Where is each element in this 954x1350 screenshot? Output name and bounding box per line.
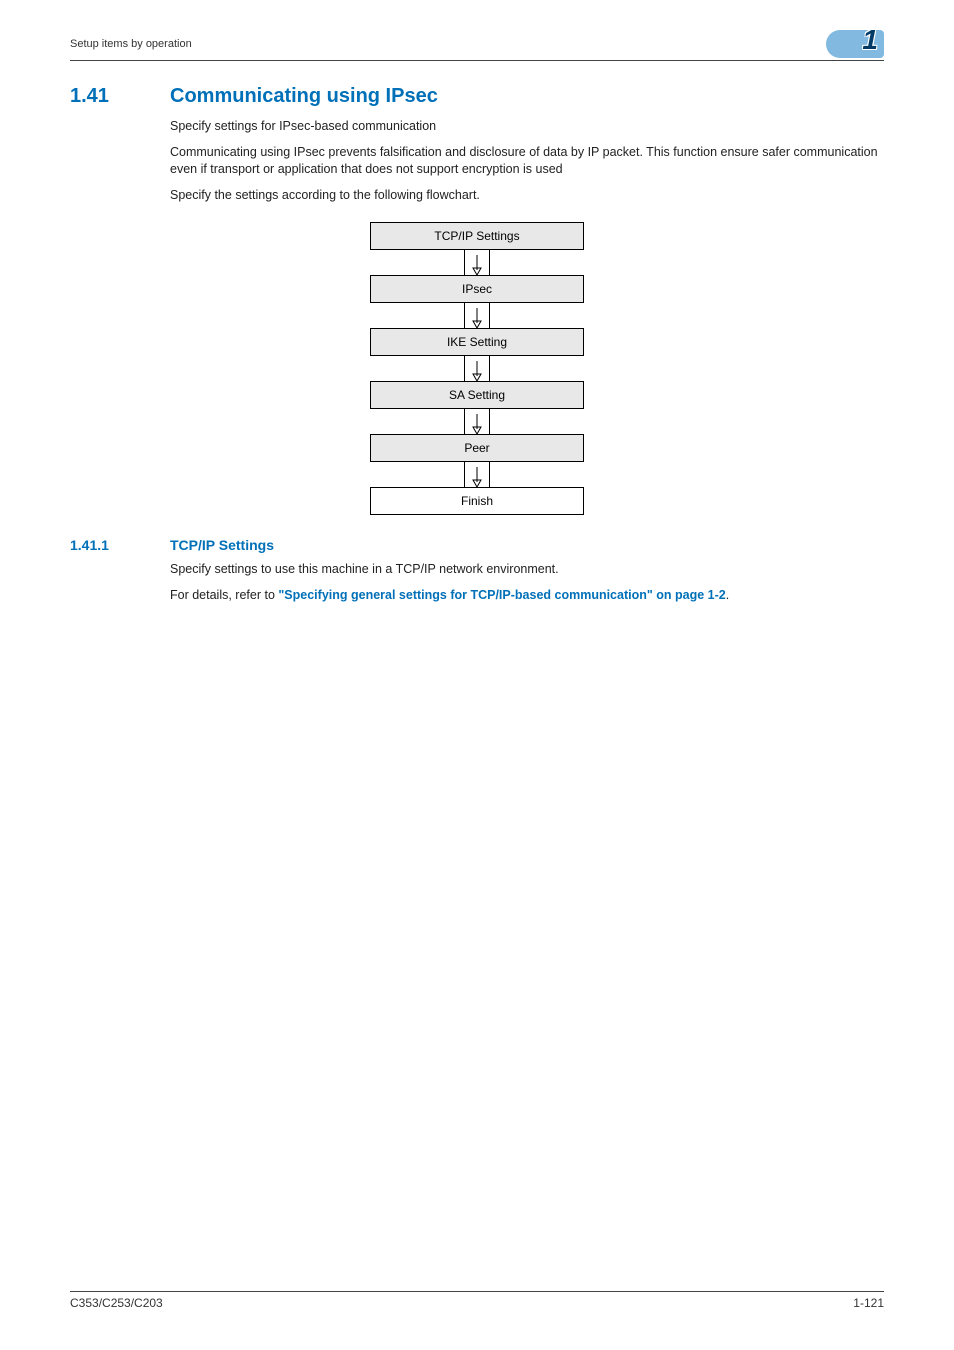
page-footer: C353/C253/C203 1-121 (70, 1291, 884, 1310)
flow-step-sa: SA Setting (370, 381, 584, 409)
subsection-para-2: For details, refer to "Specifying genera… (170, 587, 884, 605)
flow-step-ike: IKE Setting (370, 328, 584, 356)
xref-prefix: For details, refer to (170, 588, 278, 602)
section-number: 1.41 (70, 85, 142, 108)
xref-link[interactable]: "Specifying general settings for TCP/IP-… (278, 588, 725, 602)
subsection-title: TCP/IP Settings (170, 537, 274, 553)
flow-arrow-icon (464, 462, 490, 487)
subsection-number: 1.41.1 (70, 537, 142, 553)
flow-step-peer: Peer (370, 434, 584, 462)
flow-step-tcpip: TCP/IP Settings (370, 222, 584, 250)
flow-step-finish: Finish (370, 487, 584, 515)
page-header: Setup items by operation 1 (70, 30, 884, 61)
section-para-3: Specify the settings according to the fo… (170, 187, 884, 205)
flowchart: TCP/IP Settings IPsec IKE Setting SA Set… (367, 222, 587, 515)
section-para-1: Specify settings for IPsec-based communi… (170, 118, 884, 136)
subsection-heading: 1.41.1 TCP/IP Settings (70, 537, 884, 553)
flow-arrow-icon (464, 409, 490, 434)
flow-arrow-icon (464, 356, 490, 381)
section-title: Communicating using IPsec (170, 85, 438, 108)
chapter-badge: 1 (826, 30, 884, 58)
flow-step-ipsec: IPsec (370, 275, 584, 303)
section-para-2: Communicating using IPsec prevents falsi… (170, 144, 884, 179)
running-head: Setup items by operation (70, 38, 192, 50)
section-heading: 1.41 Communicating using IPsec (70, 85, 884, 108)
flow-arrow-icon (464, 303, 490, 328)
footer-page-number: 1-121 (853, 1296, 884, 1310)
footer-model: C353/C253/C203 (70, 1296, 163, 1310)
xref-suffix: . (726, 588, 729, 602)
flow-arrow-icon (464, 250, 490, 275)
chapter-number: 1 (862, 24, 878, 56)
subsection-para-1: Specify settings to use this machine in … (170, 561, 884, 579)
